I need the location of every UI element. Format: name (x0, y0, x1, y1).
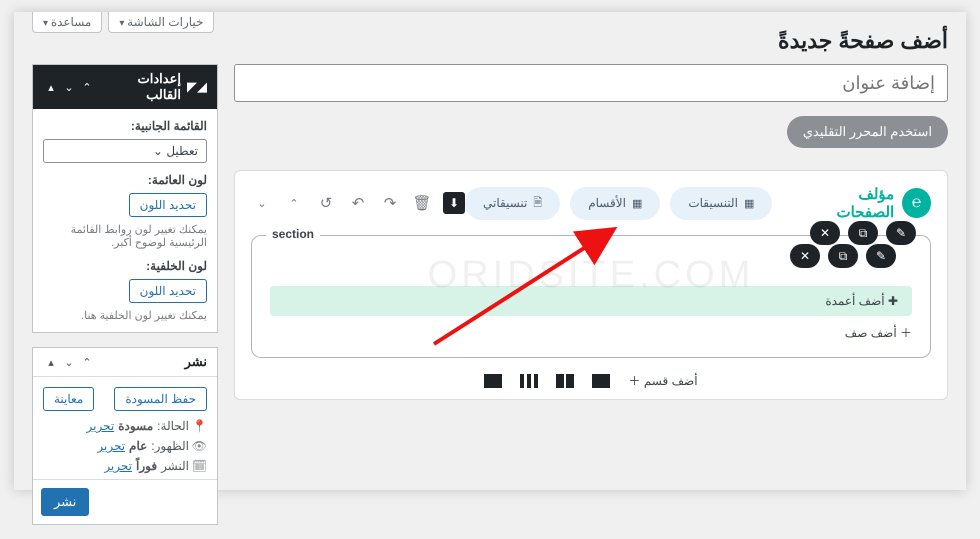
publish-title: نشر (101, 354, 207, 370)
save-icon: 🗎 (533, 194, 542, 213)
row-duplicate-icon[interactable]: ⧉ (828, 244, 858, 268)
layout-third-icon[interactable] (520, 374, 538, 388)
pill-layouts[interactable]: ▦ التنسيقات (670, 187, 772, 220)
section-edit-icon[interactable]: ✎ (886, 221, 916, 245)
metabox-up-icon[interactable]: ⌃ (79, 354, 95, 370)
visibility-value: عام (129, 439, 147, 453)
undo-tool[interactable]: ↶ (347, 192, 369, 214)
add-columns-button[interactable]: ✚ أضف أعمدة (270, 286, 912, 316)
layout-full-icon[interactable] (592, 374, 610, 388)
history-tool[interactable]: ↺ (315, 192, 337, 214)
pill-sections[interactable]: ▦ الأقسام (570, 187, 660, 220)
section-duplicate-icon[interactable]: ⧉ (848, 221, 878, 245)
redo-tool[interactable]: ↷ (379, 192, 401, 214)
metabox-toggle-icon[interactable]: ▴ (43, 354, 59, 370)
pin-icon: 📍 (193, 419, 207, 433)
status-label: الحالة: (157, 419, 189, 433)
float-color-hint: يمكنك تغيير لون روابط القائمة الرئيسية ل… (43, 223, 207, 249)
schedule-value: فوراً (136, 459, 157, 473)
grid-icon: ▦ (744, 197, 754, 210)
download-tool[interactable]: ⬇ (443, 192, 465, 214)
pill-my-layouts[interactable]: 🗎 تنسيقاتي (465, 187, 560, 220)
builder-brand-label: مؤلف الصفحات (800, 185, 894, 221)
add-section-label[interactable]: أضف قسم ＋ (628, 372, 697, 389)
preview-button[interactable]: معاينة (43, 387, 94, 411)
calendar-icon: 🗓 (193, 459, 207, 473)
save-draft-button[interactable]: حفظ المسودة (114, 387, 207, 411)
metabox-toggle-icon[interactable]: ▴ (43, 79, 59, 95)
add-section-bar: أضف قسم ＋ (251, 372, 931, 389)
row-edit-icon[interactable]: ✎ (866, 244, 896, 268)
section-close-icon[interactable]: ✕ (810, 221, 840, 245)
float-color-label: لون العائمة: (43, 173, 207, 187)
metabox-down-icon[interactable]: ⌄ (61, 79, 77, 95)
status-edit-link[interactable]: تحرير (87, 419, 115, 433)
eye-icon: 👁 (193, 439, 207, 453)
theme-settings-title: إعدادات القالب (101, 71, 181, 103)
use-classic-editor-button[interactable]: استخدم المحرر التقليدي (787, 116, 948, 148)
theme-settings-metabox: ◢◤ إعدادات القالب ⌃ ⌄ ▴ القائمة الجانبية… (32, 64, 218, 333)
schedule-label: النشر (161, 459, 189, 473)
page-title-input[interactable] (234, 64, 948, 102)
theme-icon: ◢◤ (187, 79, 207, 95)
layout-more-icon[interactable] (484, 374, 502, 388)
metabox-down-icon[interactable]: ⌄ (61, 354, 77, 370)
row-close-icon[interactable]: ✕ (790, 244, 820, 268)
page-builder-panel: ℮ مؤلف الصفحات ▦ التنسيقات ▦ الأقسام (234, 170, 948, 400)
metabox-up-icon[interactable]: ⌃ (79, 79, 95, 95)
layout-half-icon[interactable] (556, 374, 574, 388)
side-menu-select[interactable]: تعطيل ⌄ (43, 139, 207, 163)
trash-tool[interactable]: 🗑 (411, 192, 433, 214)
expand-tool[interactable]: ⌄ (251, 192, 273, 214)
screen-options-tab[interactable]: خيارات الشاشة (108, 12, 214, 33)
publish-button[interactable]: نشر (41, 488, 89, 516)
builder-section[interactable]: ORIDSITE.COM section ✎ ⧉ ✕ ✎ ⧉ ✕ ✚ أضف أ… (251, 235, 931, 358)
add-row-button[interactable]: ＋ أضف صف (270, 324, 912, 341)
schedule-edit-link[interactable]: تحرير (104, 459, 132, 473)
bg-color-label: لون الخلفية: (43, 259, 207, 273)
status-value: مسودة (118, 419, 153, 433)
side-menu-label: القائمة الجانبية: (43, 119, 207, 133)
section-legend: section (266, 227, 320, 241)
publish-metabox: نشر ⌃ ⌄ ▴ حفظ المسودة معاينة 📍 الحالة: (32, 347, 218, 525)
float-color-button[interactable]: تحديد اللون (129, 193, 207, 217)
visibility-edit-link[interactable]: تحرير (97, 439, 125, 453)
help-tab[interactable]: مساعدة (32, 12, 102, 33)
collapse-tool[interactable]: ⌃ (283, 192, 305, 214)
builder-logo-icon: ℮ (902, 188, 931, 218)
visibility-label: الظهور: (151, 439, 189, 453)
grid-icon: ▦ (632, 197, 642, 210)
bg-color-button[interactable]: تحديد اللون (129, 279, 207, 303)
bg-color-hint: يمكنك تغيير لون الخلفية هنا. (43, 309, 207, 322)
